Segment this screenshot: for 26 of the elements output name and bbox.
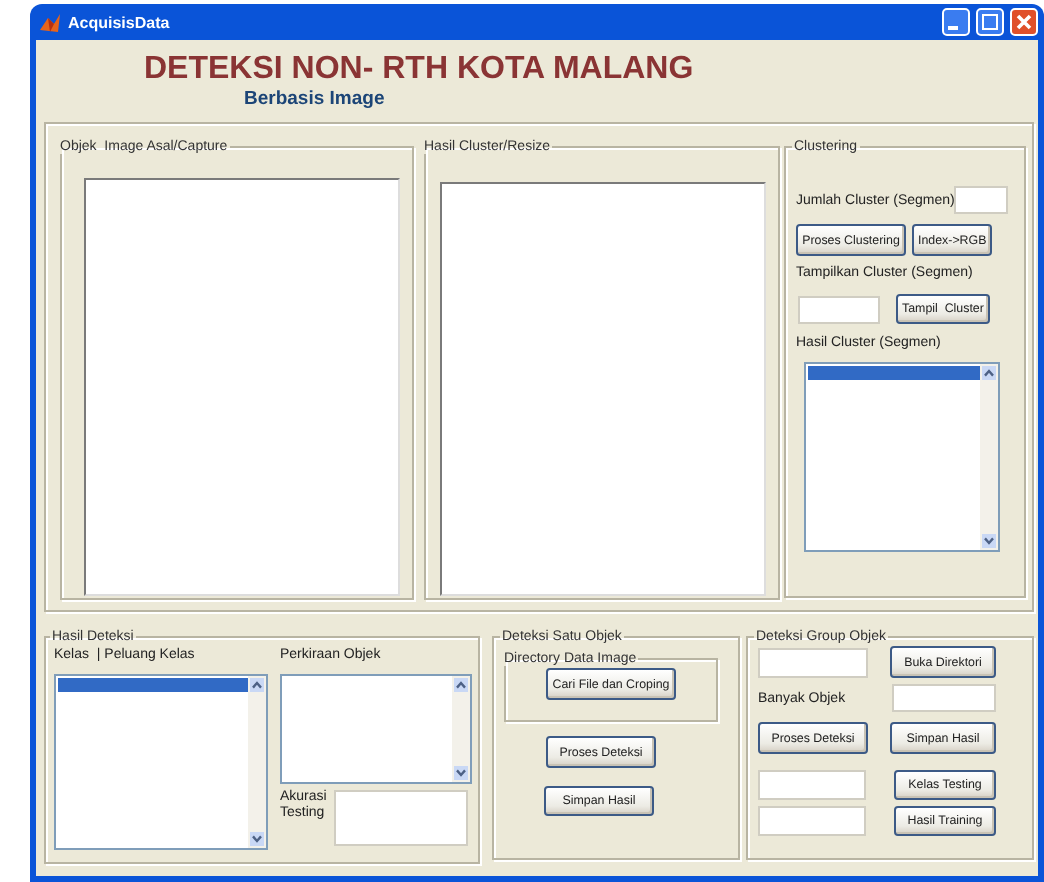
app-subtitle: Berbasis Image xyxy=(244,88,387,112)
scroll-down-icon[interactable] xyxy=(250,832,264,846)
list-box[interactable] xyxy=(54,674,268,850)
scroll-up-icon[interactable] xyxy=(982,366,996,380)
list-box[interactable] xyxy=(804,362,1000,552)
input-field[interactable] xyxy=(758,806,866,836)
scroll-up-icon[interactable] xyxy=(454,678,468,692)
scroll-up-icon[interactable] xyxy=(250,678,264,692)
minimize-icon[interactable] xyxy=(942,8,970,36)
input-field[interactable] xyxy=(798,295,880,323)
input-field[interactable] xyxy=(892,684,996,712)
scrollbar[interactable] xyxy=(248,676,266,848)
input-field[interactable] xyxy=(334,790,468,846)
app-icon xyxy=(38,11,62,33)
input-field[interactable] xyxy=(758,770,866,800)
scrollbar[interactable] xyxy=(452,676,470,782)
scroll-down-icon[interactable] xyxy=(454,766,468,780)
input-field[interactable] xyxy=(954,186,1009,214)
input-field[interactable] xyxy=(758,647,868,677)
scrollbar[interactable] xyxy=(980,364,998,550)
list-box[interactable] xyxy=(280,674,472,784)
window-title: AcquisisData xyxy=(68,13,172,31)
app-title: DETEKSI NON- RTH KOTA MALANG xyxy=(144,52,696,86)
close-icon[interactable] xyxy=(1010,8,1038,36)
scroll-down-icon[interactable] xyxy=(982,534,996,548)
maximize-icon[interactable] xyxy=(976,8,1004,36)
